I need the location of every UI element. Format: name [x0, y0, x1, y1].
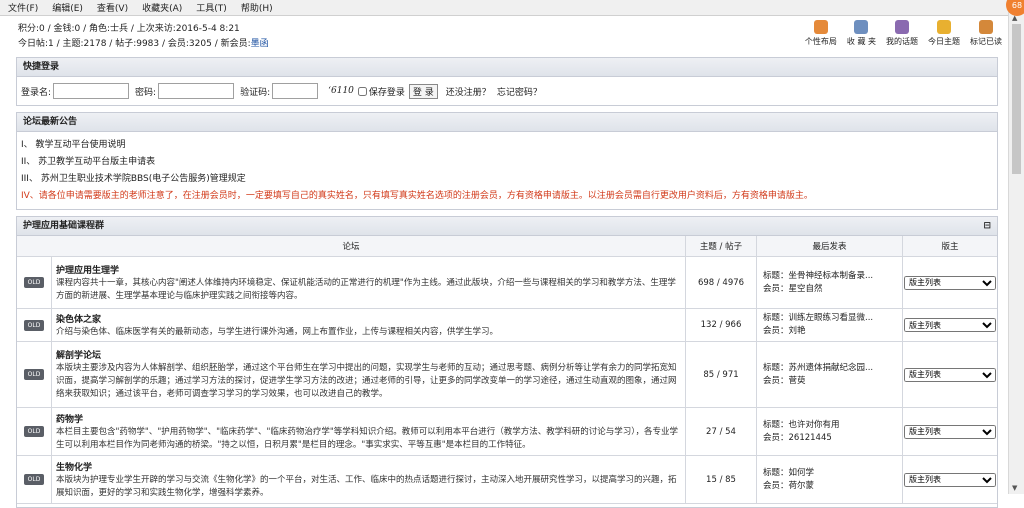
menu-tools[interactable]: 工具(T) — [196, 1, 227, 14]
forum-description: 本版块主要涉及内容为人体解剖学、组织胚胎学，通过这个平台师生在学习中提出的问题，… — [56, 363, 677, 399]
password-input[interactable] — [158, 83, 235, 99]
last-post-title[interactable]: 标题：如何学 — [763, 467, 901, 480]
last-post-title[interactable]: 标题：训练左眼练习看显微... — [763, 312, 901, 325]
password-label: 密码: — [135, 87, 157, 98]
captcha-image[interactable]: ‘6110 — [328, 86, 354, 96]
forum-title[interactable]: 解剖学论坛 — [56, 348, 681, 361]
last-post-member[interactable]: 会员：26121445 — [763, 432, 901, 445]
user-stats-line1: 积分:0 / 金钱:0 / 角色:士兵 / 上次来访:2016-5-4 8:21 — [18, 24, 240, 34]
forgot-password-link[interactable]: 忘记密码？ — [497, 85, 542, 98]
forum-status-icon: OLD — [24, 277, 44, 288]
menu-file[interactable]: 文件(F) — [8, 1, 38, 14]
remember-label: 保存登录 — [368, 87, 405, 98]
moderator-select[interactable]: 版主列表 — [904, 472, 996, 487]
forum-description: 本版块为护理专业学生开辟的学习与交流《生物化学》的一个平台，对生活、工作、临床中… — [56, 474, 677, 498]
announcement-item[interactable]: I、 教学互动平台使用说明 — [17, 137, 997, 154]
forum-counts: 85 / 971 — [685, 341, 757, 408]
user-stats: 积分:0 / 金钱:0 / 角色:士兵 / 上次来访:2016-5-4 8:21… — [18, 22, 269, 52]
quick-favorites[interactable]: 收 藏 夹 — [847, 20, 876, 47]
forum-status-icon: OLD — [24, 319, 44, 331]
register-link[interactable]: 还没注册？ — [446, 85, 491, 98]
newest-member-link[interactable]: 墨函 — [251, 39, 269, 49]
scroll-thumb[interactable] — [1012, 24, 1021, 174]
captcha-label: 验证码: — [240, 87, 271, 98]
announcement-item[interactable]: III、 苏州卫生职业技术学院BBS(电子公告服务)管理规定 — [17, 171, 997, 188]
login-button[interactable]: 登 录 — [408, 83, 438, 99]
quick-layout[interactable]: 个性布局 — [805, 20, 837, 47]
collapse-icon[interactable]: ⊟ — [983, 217, 991, 235]
forum-group: 护理应用基础课程群 ⊟ 论坛 主题 / 帖子 最后发表 版主 OLD 护理应用生… — [16, 216, 998, 508]
forum-status-icon: OLD — [24, 474, 44, 485]
forum-table-header: 论坛 主题 / 帖子 最后发表 版主 — [17, 236, 997, 257]
announcement-title: 论坛最新公告 — [17, 113, 997, 132]
menu-view[interactable]: 查看(V) — [97, 1, 128, 14]
forum-group-title: 护理应用基础课程群 — [23, 221, 105, 231]
menu-help[interactable]: 帮助(H) — [241, 1, 273, 14]
col-forum: 论坛 — [17, 236, 686, 257]
col-last-post: 最后发表 — [756, 236, 903, 257]
moderator-select[interactable]: 版主列表 — [904, 275, 996, 290]
forum-description: 本栏目主要包含"药物学"、"护用药物学"、"临床药学"、"临床药物治疗学"等学科… — [56, 426, 679, 450]
forum-counts: 132 / 966 — [685, 308, 757, 342]
menu-edit[interactable]: 编辑(E) — [52, 1, 83, 14]
quick-today-topics[interactable]: 今日主题 — [928, 20, 960, 47]
menu-favorites[interactable]: 收藏夹(A) — [142, 1, 182, 14]
browser-menubar: 文件(F) 编辑(E) 查看(V) 收藏夹(A) 工具(T) 帮助(H) — [0, 0, 1009, 16]
forum-description: 课程内容共十一章，其核心内容"阐述人体维持内环境稳定、保证机能活动的正常进行的机… — [56, 277, 676, 301]
forum-row: OLD 药物学 本栏目主要包含"药物学"、"护用药物学"、"临床药学"、"临床药物… — [17, 407, 997, 456]
forum-title[interactable]: 染色体之家 — [56, 312, 681, 325]
username-label: 登录名: — [21, 87, 52, 98]
last-post-member[interactable]: 会员：荷尔蒙 — [763, 480, 901, 493]
quick-mark-read[interactable]: 标记已读 — [970, 20, 1002, 47]
layout-icon — [813, 20, 828, 34]
user-stats-line2: 今日帖:1 / 主题:2178 / 帖子:9983 / 会员:3205 / 新会… — [18, 39, 269, 49]
forum-title[interactable]: 护理应用生理学 — [56, 263, 681, 276]
remember-checkbox[interactable] — [357, 86, 367, 96]
forum-counts: 15 / 85 — [685, 455, 757, 504]
last-post-title[interactable]: 标题：坐骨神经标本制备录... — [763, 270, 901, 283]
forum-row: OLD 染色体之家 介绍与染色体、临床医学有关的最新动态，与学生进行课外沟通，网上… — [17, 308, 997, 342]
quick-links: 个性布局 收 藏 夹 我的话题 今日主题 标记已读 — [795, 20, 1002, 47]
forum-counts: 698 / 4976 — [685, 256, 757, 309]
forum-description: 介绍与染色体、临床医学有关的最新动态，与学生进行课外沟通，网上布置作业，上传与课… — [56, 326, 499, 337]
vertical-scrollbar[interactable]: 68 ▲ ▼ — [1006, 0, 1024, 494]
favorites-icon — [854, 20, 869, 34]
forum-row: OLD 护理应用生理学 课程内容共十一章，其核心内容"阐述人体维持内环境稳定、保证… — [17, 256, 997, 309]
forum-status-icon: OLD — [24, 369, 44, 380]
quick-login-title: 快捷登录 — [17, 58, 997, 77]
my-topics-icon — [895, 20, 909, 34]
last-post-member[interactable]: 会员：菅萸 — [763, 375, 901, 388]
col-counts: 主题 / 帖子 — [685, 236, 757, 257]
mark-read-icon — [979, 20, 993, 34]
username-input[interactable] — [53, 83, 130, 99]
forum-row: OLD 解剖学论坛本版块主要涉及内容为人体解剖学、组织胚胎学，通过这个平台师生在… — [17, 341, 997, 408]
announcement-item[interactable]: II、 苏卫教学互动平台版主申请表 — [17, 154, 997, 171]
announcement-panel: 论坛最新公告 I、 教学互动平台使用说明 II、 苏卫教学互动平台版主申请表 I… — [16, 112, 998, 210]
moderator-select[interactable]: 版主列表 — [904, 367, 996, 382]
col-moderator: 版主 — [902, 236, 997, 257]
last-post-member[interactable]: 会员：星空自然 — [763, 283, 901, 296]
captcha-input[interactable] — [272, 83, 319, 99]
forum-title[interactable]: 药物学 — [56, 412, 681, 425]
last-post-title[interactable]: 标题：苏州遗体捐献纪念园... — [763, 362, 901, 375]
forum-status-icon: OLD — [24, 426, 44, 437]
today-topics-icon — [937, 20, 951, 34]
forum-group-header: 护理应用基础课程群 ⊟ — [17, 217, 997, 236]
forum-table: 论坛 主题 / 帖子 最后发表 版主 OLD 护理应用生理学 课程内容共十一章，其… — [17, 236, 997, 504]
scroll-up-icon[interactable]: ▲ — [1012, 14, 1017, 22]
moderator-select[interactable]: 版主列表 — [904, 318, 996, 332]
quick-login-panel: 快捷登录 登录名: 密码: 验证码: ‘6110 保存登录 登 录 还没注册？ … — [16, 57, 998, 106]
forum-counts: 27 / 54 — [685, 407, 757, 456]
quick-my-topics[interactable]: 我的话题 — [886, 20, 918, 47]
announcement-item-important[interactable]: IV、请各位申请需要版主的老师注意了，在注册会员时，一定要填写自己的真实姓名，只… — [17, 188, 997, 205]
scroll-down-icon[interactable]: ▼ — [1012, 484, 1017, 492]
forum-title[interactable]: 生物化学 — [56, 460, 681, 473]
last-post-title[interactable]: 标题：也许对你有用 — [763, 419, 901, 432]
moderator-select[interactable]: 版主列表 — [904, 424, 996, 439]
last-post-member[interactable]: 会员：刘艳 — [763, 325, 901, 338]
forum-row: OLD 生物化学 本版块为护理专业学生开辟的学习与交流《生物化学》的一个平台，对生… — [17, 455, 997, 504]
